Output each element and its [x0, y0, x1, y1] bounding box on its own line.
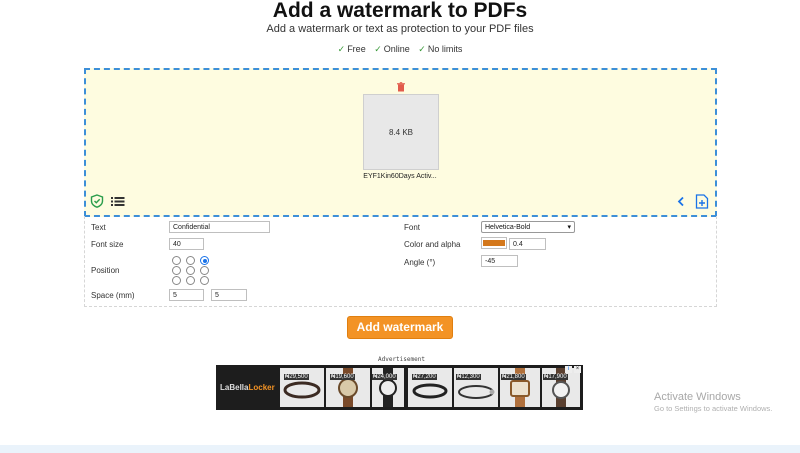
- ad-close-icon[interactable]: ×: [574, 366, 581, 373]
- ad-logo: LaBellaLocker: [220, 383, 275, 392]
- check-icon: ✓: [418, 44, 426, 54]
- angle-input[interactable]: -45: [481, 255, 518, 267]
- chevron-down-icon: ▾: [567, 224, 571, 231]
- activate-windows-subtitle: Go to Settings to activate Windows.: [654, 404, 773, 413]
- file-name: EYF1Kin60Days Activ...: [363, 173, 437, 180]
- page-title: Add a watermark to PDFs: [272, 0, 528, 22]
- space-y-input[interactable]: 5: [211, 289, 247, 301]
- ad-price: ₦21,800: [501, 374, 526, 380]
- ad-label: Advertisement: [378, 356, 425, 363]
- font-size-input[interactable]: 40: [169, 238, 204, 250]
- alpha-input[interactable]: 0.4: [509, 238, 546, 250]
- text-label: Text: [91, 223, 106, 232]
- space-x-input[interactable]: 5: [169, 289, 204, 301]
- angle-label: Angle (°): [404, 258, 436, 267]
- add-watermark-button[interactable]: Add watermark: [347, 316, 453, 339]
- check-icon: ✓: [374, 44, 382, 54]
- ad-price: ₦17,900: [543, 374, 568, 380]
- advertisement-banner[interactable]: LaBellaLocker ₦29,500 ₦19,600 ₦24,000 ₦2…: [216, 365, 583, 410]
- position-radio-middle-right[interactable]: [200, 266, 209, 275]
- position-label: Position: [91, 266, 120, 275]
- ad-price: ₦27,200: [412, 374, 437, 380]
- feature-online: ✓ Online: [374, 44, 410, 54]
- trash-icon[interactable]: [396, 82, 406, 92]
- feature-free: ✓ Free: [337, 44, 366, 54]
- shield-check-icon[interactable]: [90, 194, 104, 208]
- position-radio-top-right[interactable]: [200, 256, 209, 265]
- file-thumbnail[interactable]: 8.4 KB: [363, 94, 439, 170]
- chevron-left-icon[interactable]: [676, 196, 686, 207]
- page-footer: [0, 445, 800, 453]
- ad-price: ₦12,300: [456, 374, 481, 380]
- space-label: Space (mm): [91, 291, 135, 300]
- position-radio-top-left[interactable]: [172, 256, 181, 265]
- position-radio-bottom-left[interactable]: [172, 276, 181, 285]
- position-radio-middle-center[interactable]: [186, 266, 195, 275]
- position-radio-bottom-right[interactable]: [200, 276, 209, 285]
- ad-price: ₦19,600: [330, 374, 355, 380]
- font-size-label: Font size: [91, 240, 124, 249]
- check-icon: ✓: [337, 44, 346, 54]
- position-radio-middle-left[interactable]: [172, 266, 181, 275]
- ad-info-icon[interactable]: i: [565, 366, 572, 373]
- activate-windows-title: Activate Windows: [654, 391, 741, 403]
- file-dropzone[interactable]: 8.4 KB EYF1Kin60Days Activ...: [84, 68, 717, 217]
- color-label: Color and alpha: [404, 240, 461, 249]
- color-swatch: [483, 240, 505, 246]
- add-file-icon[interactable]: [695, 194, 709, 209]
- options-panel: Text Confidential Font size 40 Position …: [84, 216, 717, 307]
- page-subtitle: Add a watermark or text as protection to…: [266, 23, 534, 35]
- feature-list: ✓ Free ✓ Online ✓ No limits: [0, 44, 800, 55]
- ad-price: ₦29,500: [284, 374, 309, 380]
- list-icon[interactable]: [111, 196, 125, 207]
- font-label: Font: [404, 223, 421, 232]
- file-size: 8.4 KB: [388, 127, 413, 137]
- text-input[interactable]: Confidential: [169, 221, 270, 233]
- feature-no-limits: ✓ No limits: [418, 44, 463, 54]
- position-radio-bottom-center[interactable]: [186, 276, 195, 285]
- ad-price: ₦24,000: [372, 374, 397, 380]
- position-radio-top-center[interactable]: [186, 256, 195, 265]
- font-select[interactable]: Helvetica-Bold ▾: [481, 221, 575, 233]
- color-picker[interactable]: [481, 237, 507, 249]
